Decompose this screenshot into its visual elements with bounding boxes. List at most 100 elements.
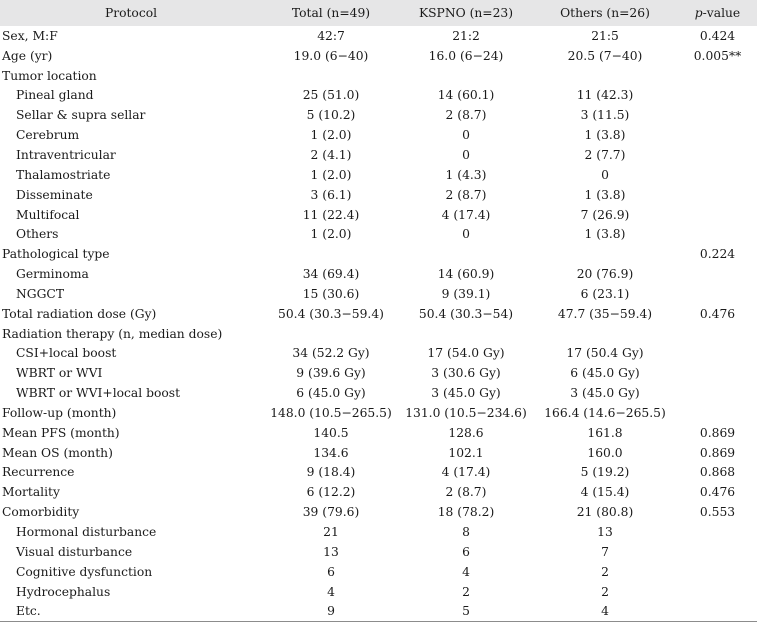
- cell-others: 20.5 (7−40): [567, 48, 643, 63]
- cell-kspno: 50.4 (30.3−54): [418, 306, 514, 321]
- table-row: Recurrence 9 (18.4) 4 (17.4) 5 (19.2) 0.868: [0, 463, 757, 483]
- cell-p: [678, 582, 757, 602]
- data-table: Protocol Total (n=49) KSPNO (n=23) Other…: [0, 0, 757, 622]
- cell-p: [678, 224, 757, 244]
- cell-kspno: 4 (17.4): [441, 207, 491, 222]
- cell-p: [678, 185, 757, 205]
- cell-others: 1 (3.8): [584, 187, 626, 202]
- cell-kspno: 6: [462, 544, 470, 559]
- table-row: Pathological type 0.224: [0, 244, 757, 264]
- cell-kspno: 128.6: [448, 425, 484, 440]
- header-protocol: Protocol: [104, 6, 158, 20]
- cell-others: 161.8: [587, 425, 623, 440]
- cell-kspno: 0: [462, 147, 470, 162]
- row-label: Disseminate: [16, 187, 93, 202]
- cell-others: 6 (23.1): [580, 286, 630, 301]
- cell-others: 4 (15.4): [580, 485, 630, 500]
- cell-total: 4: [327, 584, 335, 599]
- row-label: Etc.: [0, 601, 262, 622]
- cell-others: 1 (3.8): [584, 227, 626, 242]
- cell-kspno: 14 (60.9): [437, 267, 495, 282]
- cell-total: [262, 324, 400, 344]
- header-p-italic: p: [694, 6, 703, 20]
- cell-total: 21: [323, 525, 339, 540]
- row-label: CSI+local boost: [16, 346, 117, 361]
- cell-p: [678, 86, 757, 106]
- cell-others: 0: [601, 167, 609, 182]
- cell-p: [678, 562, 757, 582]
- cell-others: [532, 66, 678, 86]
- row-label: WBRT or WVI: [16, 366, 103, 381]
- table-row: Germinoma 34 (69.4) 14 (60.9) 20 (76.9): [0, 264, 757, 284]
- cell-others: 13: [597, 525, 613, 540]
- cell-p: 0.424: [699, 28, 736, 43]
- header-p-value: p-value: [678, 0, 757, 26]
- cell-others: 3 (11.5): [580, 108, 630, 123]
- row-label: Germinoma: [16, 267, 89, 282]
- cell-total: 3 (6.1): [310, 187, 352, 202]
- cell-kspno: 18 (78.2): [437, 505, 495, 520]
- table-row: Comorbidity 39 (79.6) 18 (78.2) 21 (80.8) 0.…: [0, 502, 757, 522]
- cell-p: 0.869: [699, 445, 736, 460]
- cell-total: 148.0 (10.5−265.5): [270, 405, 392, 420]
- table-row: Radiation therapy (n, median dose): [0, 324, 757, 344]
- cell-others: 7 (26.9): [580, 207, 630, 222]
- table-row: Others 1 (2.0) 0 1 (3.8): [0, 224, 757, 244]
- cell-total: 1 (2.0): [310, 167, 352, 182]
- cell-p: [678, 324, 757, 344]
- cell-p: 0.476: [699, 485, 736, 500]
- cell-others: 20 (76.9): [576, 267, 634, 282]
- row-label: Total radiation dose (Gy): [2, 306, 157, 321]
- cell-others: 11 (42.3): [576, 88, 634, 103]
- cell-total: 9 (39.6 Gy): [296, 366, 366, 381]
- row-label: Age (yr): [2, 48, 53, 63]
- cell-total: 13: [323, 544, 339, 559]
- table-row: Thalamostriate 1 (2.0) 1 (4.3) 0: [0, 165, 757, 185]
- row-label: NGGCT: [16, 286, 65, 301]
- cell-total: [262, 244, 400, 264]
- cell-total: 2 (4.1): [310, 147, 352, 162]
- row-label: Pathological type: [2, 247, 110, 262]
- cell-kspno: 21:2: [452, 28, 480, 43]
- cell-kspno: 4 (17.4): [441, 465, 491, 480]
- cell-kspno: 3 (45.0 Gy): [431, 386, 501, 401]
- cell-others: 47.7 (35−59.4): [557, 306, 653, 321]
- cell-others: 7: [601, 544, 609, 559]
- row-label: Mean OS (month): [2, 445, 113, 460]
- row-label: Intraventricular: [16, 147, 116, 162]
- table-row: Follow-up (month) 148.0 (10.5−265.5) 131.0…: [0, 403, 757, 423]
- cell-p: [678, 205, 757, 225]
- cell-p: [678, 403, 757, 423]
- cell-p: [678, 125, 757, 145]
- cell-others: 4: [532, 601, 678, 622]
- cell-kspno: 1 (4.3): [445, 167, 487, 182]
- row-label: Thalamostriate: [16, 167, 111, 182]
- row-label: Tumor location: [2, 68, 97, 83]
- cell-kspno: [400, 244, 532, 264]
- cell-total: 34 (69.4): [302, 267, 360, 282]
- table-row: Mean OS (month) 134.6 102.1 160.0 0.869: [0, 443, 757, 463]
- cell-p: 0.869: [699, 425, 736, 440]
- table-row: NGGCT 15 (30.6) 9 (39.1) 6 (23.1): [0, 284, 757, 304]
- cell-p: 0.224: [699, 247, 736, 262]
- table-row: Cognitive dysfunction 6 4 2: [0, 562, 757, 582]
- cell-total: 9 (18.4): [306, 465, 356, 480]
- cell-others: 17 (50.4 Gy): [566, 346, 644, 361]
- header-others: Others (n=26): [560, 6, 650, 20]
- row-label: Mortality: [2, 485, 60, 500]
- header-total: Total (n=49): [291, 6, 371, 20]
- cell-others: 1 (3.8): [584, 128, 626, 143]
- cell-total: 11 (22.4): [302, 207, 360, 222]
- row-label: Follow-up (month): [2, 405, 117, 420]
- cell-total: 34 (52.2 Gy): [292, 346, 370, 361]
- cell-kspno: 131.0 (10.5−234.6): [405, 405, 527, 420]
- cell-total: 50.4 (30.3−59.4): [278, 306, 384, 321]
- cell-total: 39 (79.6): [302, 505, 360, 520]
- cell-others: 2 (7.7): [584, 147, 626, 162]
- cell-p: [678, 522, 757, 542]
- table-row: Multifocal 11 (22.4) 4 (17.4) 7 (26.9): [0, 205, 757, 225]
- table-row: WBRT or WVI 9 (39.6 Gy) 3 (30.6 Gy) 6 (45.0…: [0, 363, 757, 383]
- cell-others: 3 (45.0 Gy): [570, 386, 640, 401]
- cell-total: 9: [262, 601, 400, 622]
- cell-total: 6 (45.0 Gy): [296, 386, 366, 401]
